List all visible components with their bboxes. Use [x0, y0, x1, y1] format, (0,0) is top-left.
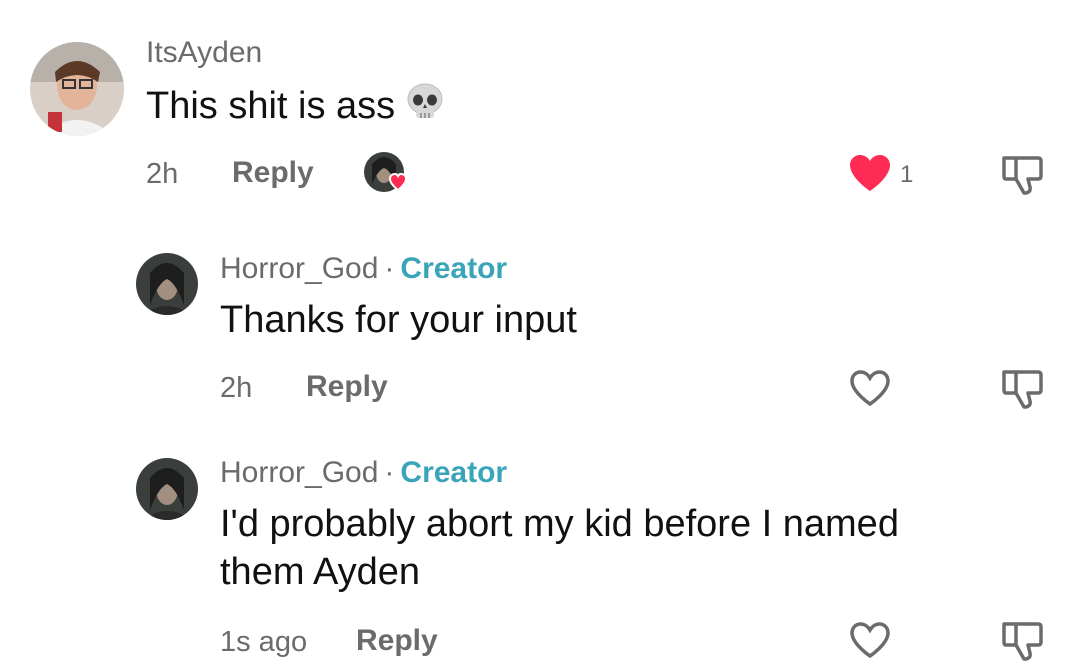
- thumbs-down-icon: [1002, 370, 1043, 409]
- comment-text-line: I'd probably abort my kid before I named: [220, 503, 899, 545]
- like-button[interactable]: [848, 620, 892, 660]
- separator-dot: ·: [384, 456, 395, 489]
- creator-badge: Creator: [400, 252, 508, 285]
- comment-text: I'd probably abort my kid before I named…: [220, 500, 899, 596]
- comment-username[interactable]: ItsAyden: [146, 36, 262, 70]
- dislike-button[interactable]: [1000, 368, 1044, 410]
- avatar[interactable]: [30, 42, 124, 136]
- dislike-button[interactable]: [1000, 154, 1044, 196]
- avatar[interactable]: [136, 253, 198, 315]
- dislike-button[interactable]: [1000, 620, 1044, 662]
- creator-liked-indicator: [362, 150, 408, 196]
- reply-button[interactable]: Reply: [356, 624, 438, 658]
- like-count: 1: [900, 161, 914, 188]
- comment-username-line: Horror_God · Creator: [220, 456, 507, 490]
- heart-filled-icon: [850, 155, 890, 191]
- comment-text-content: This shit is ass: [146, 85, 396, 127]
- creator-avatar-icon: [364, 152, 408, 192]
- comment-timestamp: 1s ago: [220, 626, 308, 658]
- separator-dot: ·: [384, 252, 395, 285]
- like-button[interactable]: [848, 153, 892, 193]
- comment-username-line: Horror_God · Creator: [220, 252, 507, 286]
- avatar[interactable]: [136, 458, 198, 520]
- reply-button[interactable]: Reply: [306, 370, 388, 404]
- comment-text: Thanks for your input: [220, 299, 577, 341]
- comment-timestamp: 2h: [146, 158, 179, 190]
- creator-badge: Creator: [400, 456, 508, 489]
- skull-emoji-icon: [403, 80, 447, 136]
- heart-outline-icon: [850, 622, 890, 659]
- comment-username[interactable]: Horror_God: [220, 252, 378, 285]
- heart-outline-icon: [850, 370, 890, 407]
- comment-text: This shit is ass: [146, 80, 447, 136]
- comment-timestamp: 2h: [220, 372, 253, 404]
- thumbs-down-icon: [1002, 622, 1043, 661]
- thumbs-down-icon: [1002, 156, 1043, 195]
- comment-username[interactable]: Horror_God: [220, 456, 378, 489]
- reply-button[interactable]: Reply: [232, 156, 314, 190]
- like-button[interactable]: [848, 368, 892, 408]
- comment-text-line: them Ayden: [220, 551, 421, 593]
